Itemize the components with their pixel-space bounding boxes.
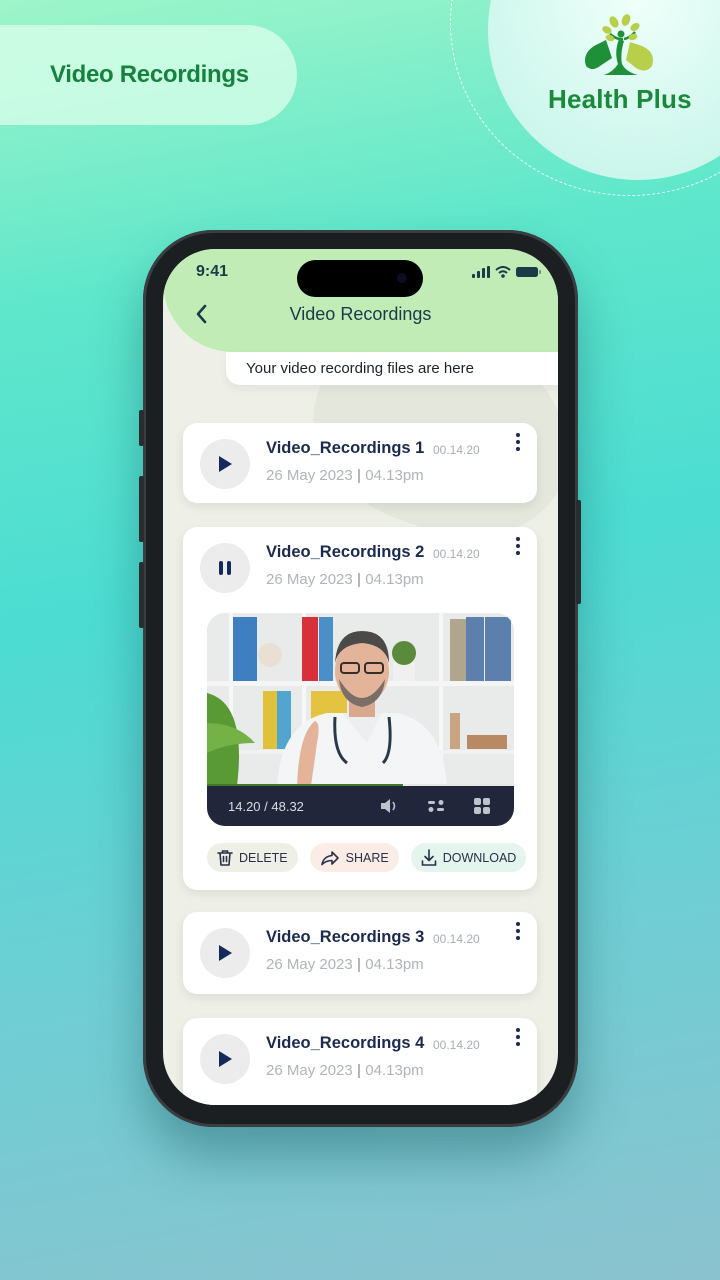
recording-date: 26 May 2023 | 04.13pm (266, 467, 424, 484)
play-icon (219, 456, 232, 472)
battery-icon (516, 267, 541, 277)
more-options-icon[interactable] (512, 431, 524, 453)
recording-date: 26 May 2023 | 04.13pm (266, 1062, 424, 1079)
trash-icon (217, 849, 233, 866)
phone-volume-down-button (139, 562, 144, 628)
play-button[interactable] (200, 928, 250, 978)
play-icon (219, 945, 232, 961)
recording-name: Video_Recordings 1 (266, 439, 425, 457)
recording-duration: 00.14.20 (433, 932, 480, 946)
play-button[interactable] (200, 439, 250, 489)
phone-power-button (576, 500, 581, 604)
video-frame-doctor (207, 613, 514, 786)
share-button[interactable]: SHARE (309, 843, 399, 872)
delete-button[interactable]: DELETE (207, 843, 298, 872)
video-controls-bar: 14.20 / 48.32 (207, 786, 514, 826)
video-player[interactable]: 14.20 / 48.32 (207, 613, 514, 826)
recording-date: 26 May 2023 | 04.13pm (266, 956, 424, 973)
more-options-icon[interactable] (512, 920, 524, 942)
recording-name: Video_Recordings 3 (266, 928, 425, 946)
download-label: DOWNLOAD (442, 850, 517, 865)
recording-duration: 00.14.20 (433, 1038, 480, 1052)
share-arrow-icon (320, 850, 339, 865)
recording-card[interactable]: Video_Recordings 3 00.14.20 26 May 2023 … (183, 912, 537, 994)
phone-screen: 9:41 Video Recordings Your video recordi… (163, 249, 558, 1105)
volume-icon[interactable] (379, 797, 399, 815)
promo-title: Video Recordings (50, 61, 249, 88)
recording-card[interactable]: Video_Recordings 4 00.14.20 26 May 2023 … (183, 1018, 537, 1105)
recording-name: Video_Recordings 2 (266, 543, 425, 561)
brand-name: Health Plus (548, 84, 692, 114)
play-button[interactable] (200, 1034, 250, 1084)
delete-label: DELETE (239, 850, 288, 865)
wifi-icon (495, 266, 511, 278)
status-icons (472, 266, 542, 278)
dynamic-island (297, 260, 423, 297)
download-icon (421, 848, 437, 866)
camera-icon (397, 273, 407, 283)
recording-card[interactable]: Video_Recordings 1 00.14.20 26 May 2023 … (183, 423, 537, 503)
signal-icon (472, 266, 490, 278)
pause-button[interactable] (200, 543, 250, 593)
grid-icon[interactable] (473, 797, 491, 815)
download-button[interactable]: DOWNLOAD (410, 843, 527, 872)
recording-actions: DELETE SHARE DOWNLOAD (207, 843, 527, 872)
app-header: 9:41 Video Recordings (163, 249, 558, 352)
recording-date: 26 May 2023 | 04.13pm (266, 571, 424, 588)
page-title: Video Recordings (289, 304, 432, 324)
phone-action-button (139, 410, 144, 446)
more-options-icon[interactable] (512, 1026, 524, 1048)
more-options-icon[interactable] (512, 535, 524, 557)
share-label: SHARE (345, 850, 389, 865)
recording-card-expanded[interactable]: Video_Recordings 2 00.14.20 26 May 2023 … (183, 527, 537, 890)
pause-icon (219, 561, 231, 575)
page-subtitle: Your video recording files are here (226, 352, 558, 385)
settings-sliders-icon[interactable] (426, 797, 446, 815)
phone-volume-up-button (139, 476, 144, 542)
recording-name: Video_Recordings 4 (266, 1034, 425, 1052)
recording-duration: 00.14.20 (433, 443, 480, 457)
promo-title-pill: Video Recordings (0, 25, 297, 125)
recording-duration: 00.14.20 (433, 547, 480, 561)
status-time: 9:41 (196, 263, 229, 280)
play-icon (219, 1051, 232, 1067)
video-time-display: 14.20 / 48.32 (228, 798, 304, 814)
health-plus-logo-icon (585, 14, 653, 75)
